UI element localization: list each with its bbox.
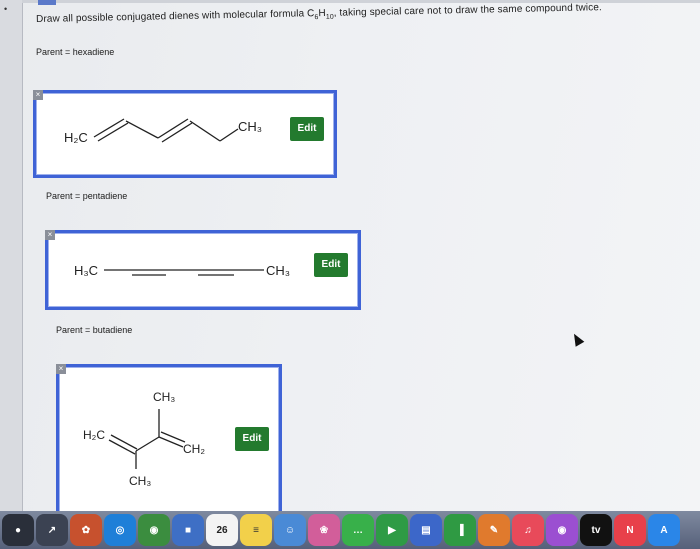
facetime-icon[interactable]: ▶	[376, 514, 408, 546]
launchpad-icon-glyph: ●	[14, 524, 22, 536]
parent-label-pentadiene: Parent = pentadiene	[46, 191, 128, 201]
news-icon-glyph: N	[626, 524, 634, 536]
strip-marker: •	[4, 4, 8, 14]
left-group-label: H₂C	[83, 428, 105, 442]
tv-icon-glyph: tv	[591, 524, 601, 536]
podcasts-icon-glyph: ◉	[557, 524, 567, 536]
notes-icon[interactable]: ≡	[240, 514, 272, 546]
notes-icon-glyph: ≡	[253, 524, 259, 536]
numbers-icon-glyph: ▐	[456, 524, 464, 536]
app-store-icon[interactable]: A	[648, 514, 680, 546]
photos-app-icon-glyph: ❀	[319, 524, 329, 536]
messages-icon-glyph: …	[353, 524, 363, 536]
rocket-icon[interactable]: ↗	[36, 514, 68, 546]
calendar-icon[interactable]: 26	[206, 514, 238, 546]
parent-label-hexadiene: Parent = hexadiene	[36, 47, 115, 57]
parent-label-butadiene: Parent = butadiene	[56, 325, 133, 335]
macos-dock: ● ↗ ✿ ◎ ◉ ■ 26 ≡ ☺ ❀ … ▶ ▤ ▐ ✎ ♫ ◉ tv N A	[0, 511, 700, 549]
calendar-icon-glyph: 26	[216, 524, 228, 536]
left-group-label: H₃C	[74, 263, 98, 278]
keynote-icon[interactable]: ▤	[410, 514, 442, 546]
news-icon[interactable]: N	[614, 514, 646, 546]
pentadiene-structure: H₃C CH₃	[74, 263, 290, 278]
structure-editor-butadiene[interactable]: × CH₃ H₂C CH₂ CH₃ Edit	[56, 364, 282, 513]
podcasts-icon[interactable]: ◉	[546, 514, 578, 546]
folder-icon[interactable]: ■	[172, 514, 204, 546]
photos-app-icon[interactable]: ❀	[308, 514, 340, 546]
music-icon-glyph: ♫	[524, 524, 532, 536]
rocket-icon-glyph: ↗	[47, 524, 57, 536]
pages-icon-glyph: ✎	[489, 524, 499, 536]
top-group-label: CH₃	[153, 390, 175, 404]
left-group-label: H₂C	[64, 130, 88, 145]
tab-notch	[38, 0, 56, 5]
launchpad-icon[interactable]: ●	[2, 514, 34, 546]
photos-icon-glyph: ✿	[81, 524, 91, 536]
edit-button-pentadiene[interactable]: Edit	[314, 253, 348, 277]
finder-icon[interactable]: ☺	[274, 514, 306, 546]
numbers-icon[interactable]: ▐	[444, 514, 476, 546]
photos-icon[interactable]: ✿	[70, 514, 102, 546]
edit-button-hexadiene[interactable]: Edit	[290, 117, 324, 141]
edit-button-butadiene[interactable]: Edit	[235, 427, 269, 451]
pages-icon[interactable]: ✎	[478, 514, 510, 546]
folder-icon-glyph: ■	[184, 524, 192, 536]
structure-editor-hexadiene[interactable]: × H₂C CH₃ Edit	[33, 90, 337, 178]
question-prompt: Draw all possible conjugated dienes with…	[36, 2, 602, 25]
window-left-strip: •	[0, 0, 23, 549]
finder-icon-glyph: ☺	[284, 524, 296, 536]
keynote-icon-glyph: ▤	[421, 524, 431, 536]
right-group-label: CH₃	[238, 119, 262, 134]
mouse-cursor-icon	[569, 331, 585, 347]
tv-icon[interactable]: tv	[580, 514, 612, 546]
app-store-icon-glyph: A	[660, 524, 668, 536]
chrome-icon-glyph: ◉	[149, 524, 159, 536]
music-icon[interactable]: ♫	[512, 514, 544, 546]
safari-icon-glyph: ◎	[115, 524, 125, 536]
structure-editor-pentadiene[interactable]: × H₃C CH₃ Edit	[45, 230, 361, 310]
messages-icon[interactable]: …	[342, 514, 374, 546]
bottom-group-label: CH₃	[129, 474, 151, 488]
right-group-label: CH₃	[266, 263, 290, 278]
facetime-icon-glyph: ▶	[388, 524, 396, 536]
safari-icon[interactable]: ◎	[104, 514, 136, 546]
right-group-label: CH₂	[183, 442, 205, 456]
chrome-icon[interactable]: ◉	[138, 514, 170, 546]
